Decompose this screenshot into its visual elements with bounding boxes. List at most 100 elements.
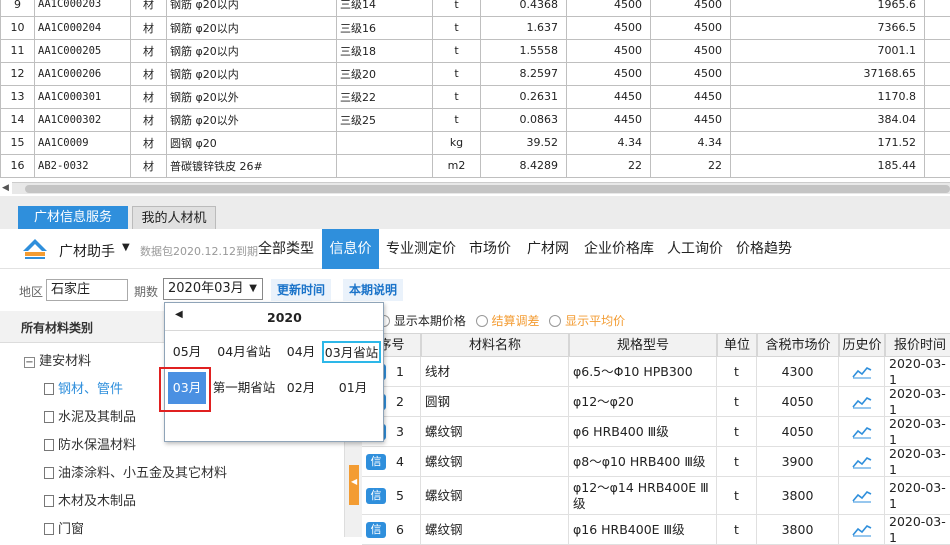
cell-qty[interactable]: 0.4368 <box>481 0 567 16</box>
cell-code[interactable]: AA1C000206 <box>35 62 131 85</box>
top-table-row[interactable]: 15AA1C0009材圆钢 φ20kg39.524.344.34171.52 <box>1 131 950 154</box>
chevron-down-icon[interactable]: ▼ <box>122 242 130 253</box>
grid-cell-unit[interactable]: t <box>717 477 757 515</box>
cell-type[interactable]: 材 <box>131 0 167 16</box>
col-header-history[interactable]: 历史价 <box>839 333 885 357</box>
cell-p1[interactable]: 4500 <box>567 16 651 39</box>
show-average-label[interactable]: 显示平均价 <box>565 314 625 328</box>
info-badge[interactable]: 信 <box>366 488 386 504</box>
grid-cell-spec[interactable]: φ6.5～Φ10 HPB300 <box>569 357 717 387</box>
nav-professional-price[interactable]: 专业测定价 <box>386 229 456 269</box>
dropdown-arrow-icon[interactable]: ▼ <box>249 279 257 299</box>
scroll-left-icon[interactable]: ◀ <box>2 183 9 193</box>
month-03-provincial[interactable]: 03月省站 <box>322 341 381 363</box>
info-badge[interactable]: 信 <box>366 522 386 538</box>
cell-qty[interactable]: 0.0863 <box>481 108 567 131</box>
cell-unit[interactable]: t <box>433 108 481 131</box>
scrollbar-thumb[interactable] <box>25 185 950 193</box>
cell-p1[interactable]: 4500 <box>567 0 651 16</box>
month-05[interactable]: 05月 <box>169 339 205 365</box>
cell-total[interactable]: 1965.6 <box>731 0 925 16</box>
cell-p1[interactable]: 22 <box>567 154 651 177</box>
cell-spec[interactable]: 三级18 <box>337 39 433 62</box>
grid-cell-history[interactable] <box>839 515 885 545</box>
cell-code[interactable]: AA1C000204 <box>35 16 131 39</box>
grid-cell-unit[interactable]: t <box>717 417 757 447</box>
prev-year-icon[interactable]: ◀ <box>175 309 183 320</box>
nav-guangcai-web[interactable]: 广材网 <box>527 229 569 269</box>
trend-chart-icon[interactable] <box>852 523 872 537</box>
cell-total[interactable]: 7001.1 <box>731 39 925 62</box>
top-table-row[interactable]: 13AA1C000301材钢筋 φ20以外三级22t0.263144504450… <box>1 85 950 108</box>
grid-cell-unit[interactable]: t <box>717 447 757 477</box>
cell-total[interactable]: 1170.8 <box>731 85 925 108</box>
cell-name[interactable]: 钢筋 φ20以内 <box>167 39 337 62</box>
cell-no[interactable]: 15 <box>1 131 35 154</box>
col-header-name[interactable]: 材料名称 <box>421 333 569 357</box>
grid-cell-unit[interactable]: t <box>717 387 757 417</box>
tree-item-paint[interactable]: 油漆涂料、小五金及其它材料 <box>44 462 227 481</box>
grid-cell-history[interactable] <box>839 387 885 417</box>
cell-spec[interactable]: 三级16 <box>337 16 433 39</box>
grid-cell-no[interactable]: 信5 <box>362 477 421 515</box>
grid-cell-history[interactable] <box>839 447 885 477</box>
nav-all-types[interactable]: 全部类型 <box>258 229 314 269</box>
cell-spec[interactable] <box>337 131 433 154</box>
month-02[interactable]: 02月 <box>283 375 319 401</box>
grid-cell-unit[interactable]: t <box>717 515 757 545</box>
cell-unit[interactable]: t <box>433 85 481 108</box>
cell-name[interactable]: 钢筋 φ20以外 <box>167 108 337 131</box>
cell-p1[interactable]: 4500 <box>567 39 651 62</box>
cell-p2[interactable]: 4450 <box>651 108 731 131</box>
cell-p1[interactable]: 4500 <box>567 62 651 85</box>
grid-cell-date[interactable]: 2020-03-1 <box>885 515 950 545</box>
col-header-spec[interactable]: 规格型号 <box>569 333 717 357</box>
cell-unit[interactable]: t <box>433 0 481 16</box>
update-time-button[interactable]: 更新时间 <box>271 279 331 301</box>
cell-no[interactable]: 14 <box>1 108 35 131</box>
region-input[interactable]: 石家庄 <box>46 279 128 301</box>
col-header-date[interactable]: 报价时间 <box>885 333 950 357</box>
grid-cell-history[interactable] <box>839 357 885 387</box>
grid-cell-spec[interactable]: φ16 HRB400E Ⅲ级 <box>569 515 717 545</box>
cell-no[interactable]: 16 <box>1 154 35 177</box>
tree-root[interactable]: − 建安材料 <box>24 350 91 369</box>
cell-type[interactable]: 材 <box>131 85 167 108</box>
grid-cell-name[interactable]: 线材 <box>421 357 569 387</box>
cell-code[interactable]: AA1C0009 <box>35 131 131 154</box>
cell-spec[interactable] <box>337 154 433 177</box>
grid-cell-spec[interactable]: φ12～φ14 HRB400E Ⅲ级 <box>569 477 717 515</box>
cell-total[interactable]: 384.04 <box>731 108 925 131</box>
cell-unit[interactable]: t <box>433 62 481 85</box>
grid-cell-no[interactable]: 信6 <box>362 515 421 545</box>
cell-unit[interactable]: t <box>433 39 481 62</box>
trend-chart-icon[interactable] <box>852 425 872 439</box>
cell-spec[interactable]: 三级14 <box>337 0 433 16</box>
col-header-price[interactable]: 含税市场价 <box>757 333 839 357</box>
tree-item-steel[interactable]: 钢材、管件 <box>44 378 123 397</box>
nav-enterprise-price[interactable]: 企业价格库 <box>584 229 654 269</box>
cell-total[interactable]: 171.52 <box>731 131 925 154</box>
cell-code[interactable]: AA1C000205 <box>35 39 131 62</box>
cell-qty[interactable]: 8.4289 <box>481 154 567 177</box>
cell-spec[interactable]: 三级25 <box>337 108 433 131</box>
grid-cell-date[interactable]: 2020-03-1 <box>885 417 950 447</box>
cell-type[interactable]: 材 <box>131 131 167 154</box>
month-04-provincial[interactable]: 04月省站 <box>215 339 273 365</box>
collapse-icon[interactable]: − <box>24 357 35 368</box>
cell-no[interactable]: 12 <box>1 62 35 85</box>
cell-name[interactable]: 钢筋 φ20以内 <box>167 62 337 85</box>
cell-no[interactable]: 11 <box>1 39 35 62</box>
month-01[interactable]: 01月 <box>335 375 371 401</box>
cell-name[interactable]: 普碳镀锌铁皮 26# <box>167 154 337 177</box>
cell-no[interactable]: 10 <box>1 16 35 39</box>
cell-type[interactable]: 材 <box>131 39 167 62</box>
grid-cell-price[interactable]: 4050 <box>757 387 839 417</box>
trend-chart-icon[interactable] <box>852 395 872 409</box>
cell-total[interactable]: 37168.65 <box>731 62 925 85</box>
top-table-row[interactable]: 10AA1C000204材钢筋 φ20以内三级16t1.637450045007… <box>1 16 950 39</box>
period-note-button[interactable]: 本期说明 <box>343 279 403 301</box>
cell-code[interactable]: AA1C000301 <box>35 85 131 108</box>
cell-no[interactable]: 13 <box>1 85 35 108</box>
cell-p2[interactable]: 4450 <box>651 85 731 108</box>
